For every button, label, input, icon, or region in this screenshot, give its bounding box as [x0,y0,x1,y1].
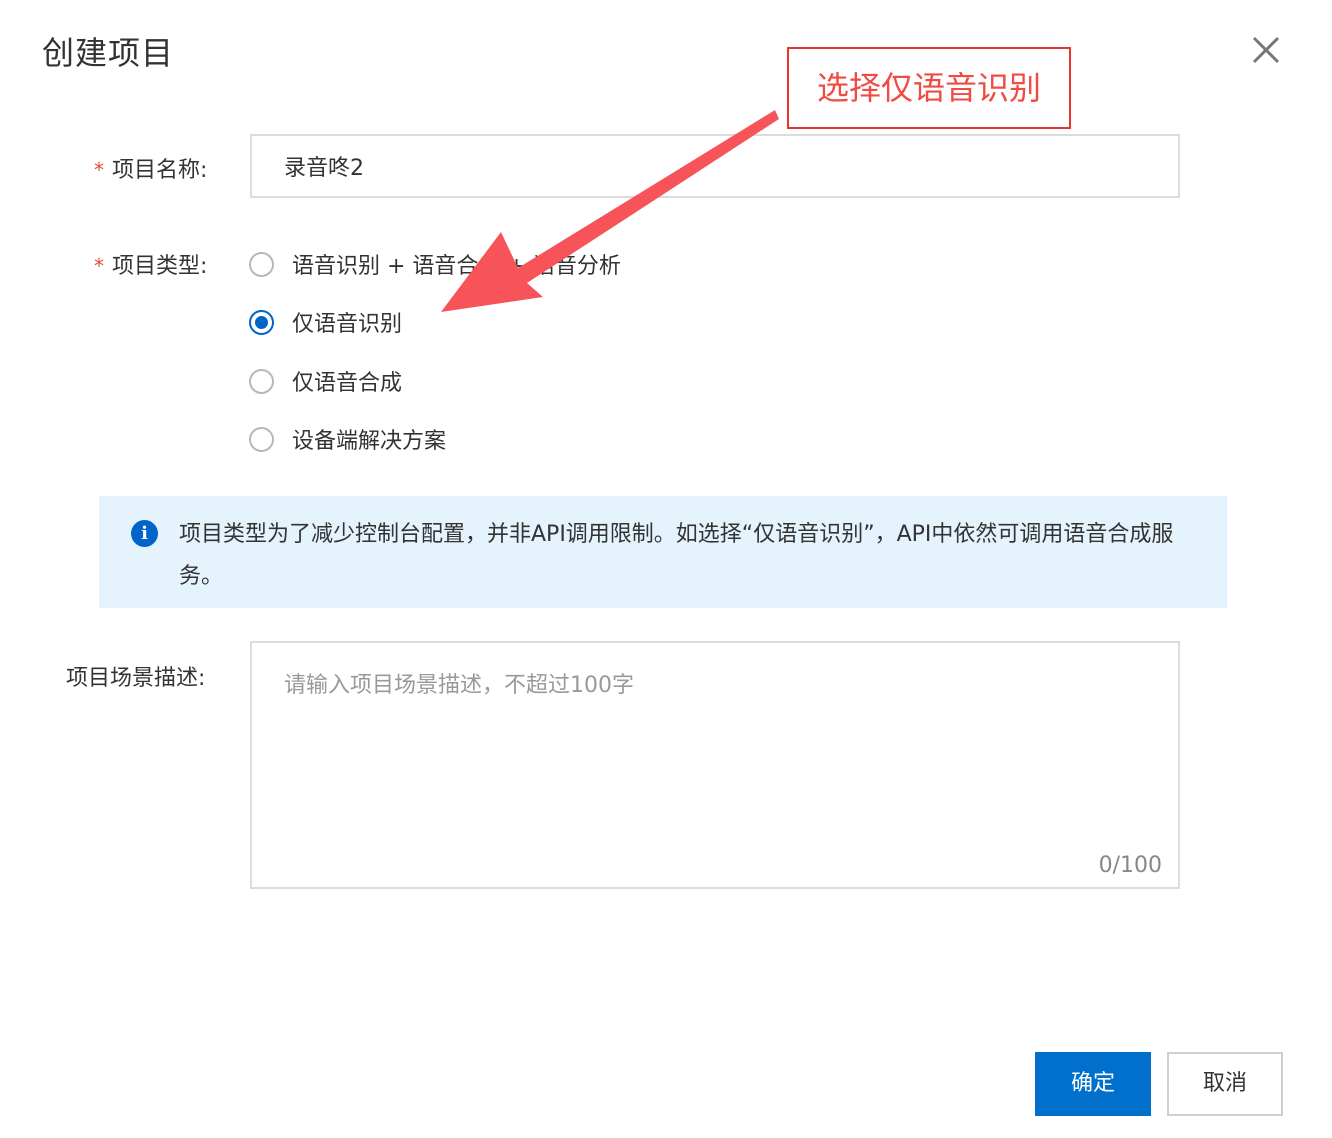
scene-description-textarea[interactable] [250,641,1180,889]
radio-button[interactable] [249,251,274,277]
create-project-dialog: 创建项目 * 项目名称: * 项目类型: 语音识别 + 语音合成 + 语音分析 仅语… [0,0,1332,1138]
radio-label: 仅语音合成 [292,371,403,396]
project-type-label-text: 项目类型: [112,254,208,279]
confirm-button[interactable]: 确定 [1035,1052,1151,1116]
radio-label: 设备端解决方案 [292,429,447,454]
annotation-callout: 选择仅语音识别 [787,47,1071,129]
project-name-input[interactable] [250,134,1180,198]
radio-label: 语音识别 + 语音合成 + 语音分析 [292,254,621,279]
required-asterisk: * [94,158,104,182]
close-icon[interactable] [1246,30,1286,70]
radio-button-selected[interactable] [249,309,274,335]
radio-button[interactable] [249,368,274,394]
project-type-label: * 项目类型: [94,248,207,280]
required-asterisk: * [94,254,104,278]
radio-option-asr-tts-analysis[interactable]: 语音识别 + 语音合成 + 语音分析 [249,248,621,280]
cancel-button[interactable]: 取消 [1167,1052,1283,1116]
radio-button[interactable] [249,426,274,452]
scene-description-label: 项目场景描述: [66,666,206,691]
dialog-title: 创建项目 [42,34,175,72]
radio-option-tts-only[interactable]: 仅语音合成 [249,365,402,397]
project-name-label: * 项目名称: [94,152,207,184]
info-notice: i 项目类型为了减少控制台配置，并非API调用限制。如选择“仅语音识别”，API… [99,496,1227,608]
project-name-label-text: 项目名称: [112,158,208,183]
char-counter: 0/100 [1098,853,1162,878]
radio-label: 仅语音识别 [292,312,403,337]
info-icon: i [131,520,158,547]
radio-option-device-solution[interactable]: 设备端解决方案 [249,423,446,455]
radio-option-asr-only[interactable]: 仅语音识别 [249,306,402,338]
info-text: 项目类型为了减少控制台配置，并非API调用限制。如选择“仅语音识别”，API中依… [179,522,1174,589]
